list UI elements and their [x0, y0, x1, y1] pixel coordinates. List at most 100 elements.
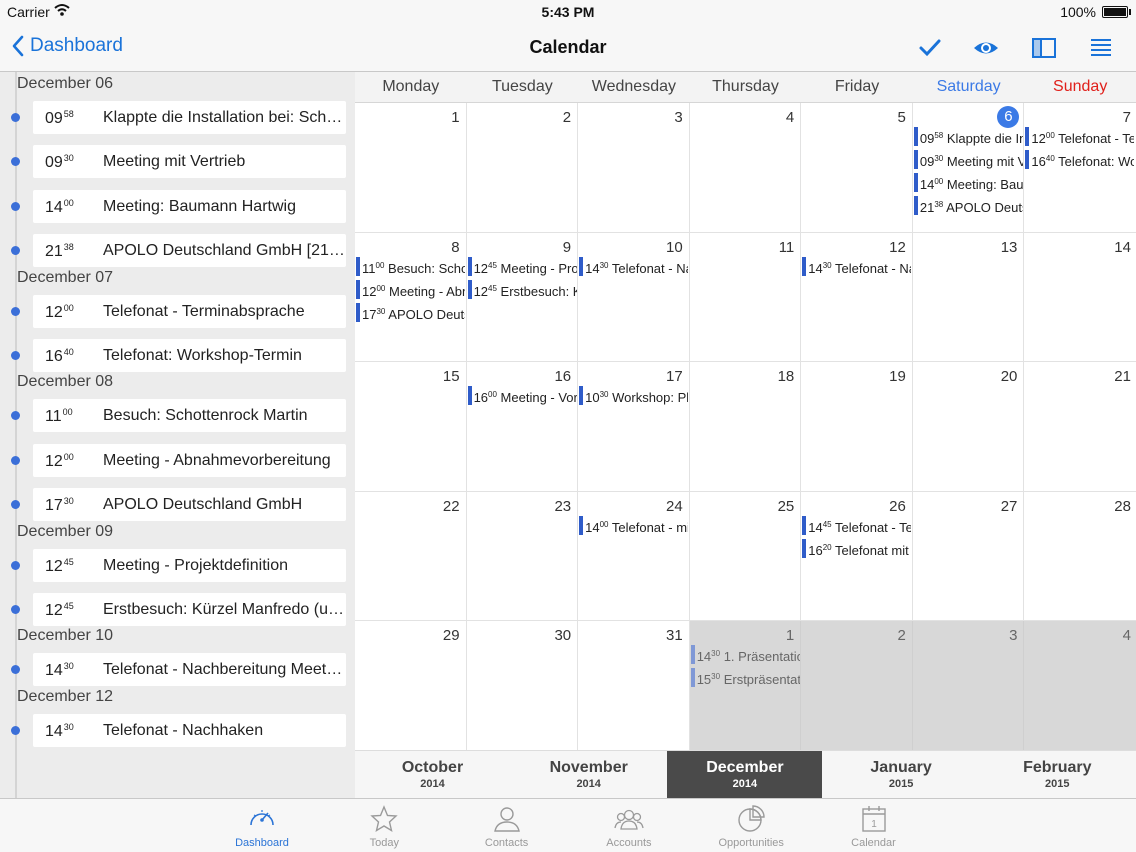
agenda-event[interactable]: 1245 Erstbesuch: Kürzel Manfredo (unbekan…: [33, 593, 346, 626]
agenda-event[interactable]: 1730 APOLO Deutschland GmbH: [33, 488, 346, 522]
tab-today[interactable]: Today: [334, 803, 434, 851]
day-cell[interactable]: 18: [689, 362, 802, 492]
day-cell[interactable]: 171030 Workshop: Planung: [578, 362, 690, 492]
day-cell[interactable]: 2: [466, 103, 579, 233]
day-cell[interactable]: 31: [578, 621, 690, 750]
tab-label: Accounts: [606, 837, 652, 849]
time-minutes: 30: [822, 260, 832, 270]
agenda-event[interactable]: 1245 Meeting - Projektdefinition: [33, 548, 346, 582]
day-cell[interactable]: 81100 Besuch: Schottenrock 1200 Meeting -…: [355, 232, 467, 363]
agenda-list[interactable]: December 06 0958 Klappte die Installation …: [0, 72, 355, 798]
day-cell[interactable]: 19: [801, 362, 913, 492]
tab-opportunities[interactable]: Opportunities: [701, 803, 801, 851]
day-cell[interactable]: 14: [1024, 233, 1136, 363]
calendar-event[interactable]: 1430 Telefonat - Nachbereitung: [579, 256, 688, 276]
day-cell[interactable]: 71200 Telefonat - Terminabsprache 1640 Te…: [1024, 103, 1136, 233]
pie-chart-icon: [738, 805, 765, 832]
calendar-event[interactable]: 1530 Erstpräsentation: [690, 667, 800, 688]
day-cell[interactable]: 261445 Telefonat - Termin 1620 Telefonat …: [801, 491, 913, 622]
calendar-event[interactable]: 1730 APOLO Deutschland: [356, 302, 465, 322]
day-cell[interactable]: 27: [912, 491, 1025, 622]
tab-label: Today: [369, 837, 399, 849]
day-cell[interactable]: 22: [355, 491, 467, 622]
agenda-event[interactable]: 1430 Telefonat - Nachhaken: [33, 713, 346, 747]
day-cell[interactable]: 15: [355, 362, 467, 492]
day-cell[interactable]: 20: [912, 362, 1025, 492]
calendar-event[interactable]: 1600 Meeting - Vorbereitung: [467, 385, 577, 406]
calendar-event[interactable]: 1640 Telefonat: Workshop: [1025, 149, 1134, 169]
day-cell[interactable]: 3: [578, 103, 690, 233]
day-number: 21: [1114, 368, 1131, 386]
calendar-event[interactable]: 0958 Klappte die Installation: [913, 126, 1023, 146]
split-view-icon[interactable]: [1031, 36, 1057, 60]
agenda-event[interactable]: 0930 Meeting mit Vertrieb: [33, 145, 346, 179]
month-february[interactable]: February 2015: [980, 751, 1135, 799]
day-cell[interactable]: 11430 1. Präsentation1530 Erstpräsentati…: [689, 621, 802, 750]
calendar-event[interactable]: 1200 Telefonat - Terminabsprache: [1025, 126, 1134, 146]
event-dot: [11, 500, 20, 510]
eye-icon[interactable]: [973, 36, 999, 60]
day-number: 4: [1122, 627, 1131, 645]
agenda-event[interactable]: 1100 Besuch: Schottenrock Martin: [33, 399, 346, 433]
day-cell[interactable]: 29: [355, 621, 467, 750]
day-cell[interactable]: 60958 Klappte die Installation 0930 Meeti…: [912, 103, 1025, 233]
month-december[interactable]: December 2014: [667, 751, 823, 799]
calendar-event[interactable]: 2138 APOLO Deutschland: [913, 195, 1023, 215]
day-cell[interactable]: 2: [801, 621, 913, 750]
day-cell[interactable]: 121430 Telefonat - Nachhaken: [801, 232, 913, 363]
agenda-event[interactable]: 1200 Telefonat - Terminabsprache: [33, 294, 346, 328]
day-cell[interactable]: 30: [466, 621, 579, 750]
event-time: 1200: [45, 302, 74, 321]
calendar-event[interactable]: 1030 Workshop: Planung: [579, 385, 688, 406]
time-minutes: 00: [488, 390, 497, 400]
day-cell[interactable]: 28: [1024, 492, 1136, 622]
day-cell[interactable]: 1: [355, 103, 467, 233]
agenda-event[interactable]: 1640 Telefonat: Workshop-Termin: [33, 339, 346, 372]
month-october[interactable]: October 2014: [355, 751, 510, 799]
calendar-event[interactable]: 0930 Meeting mit Vertrieb: [913, 149, 1023, 169]
event-time: 0958: [45, 109, 74, 127]
event-title: Telefonat: Workshop-Termin: [103, 347, 302, 364]
agenda-event[interactable]: 1200 Meeting - Abnahmevorbereitung: [33, 443, 346, 477]
tab-calendar[interactable]: 1 Calendar: [824, 803, 924, 851]
month-november[interactable]: November 2014: [511, 751, 666, 799]
day-number: 2: [562, 109, 572, 126]
tab-dashboard[interactable]: Dashboard: [212, 803, 312, 851]
day-cell[interactable]: 161600 Meeting - Vorbereitung: [466, 362, 579, 492]
calendar-event[interactable]: 1100 Besuch: Schottenrock: [356, 256, 465, 276]
day-cell[interactable]: 91245 Meeting - Projekt 1245 Erstbesuch: …: [466, 232, 579, 363]
check-icon[interactable]: [917, 36, 943, 60]
day-cell[interactable]: 23: [466, 491, 579, 622]
time-minutes: 30: [376, 306, 386, 316]
day-cell[interactable]: 11: [689, 232, 802, 363]
calendar-event[interactable]: 1245 Erstbesuch: Kürzel: [467, 279, 577, 299]
calendar-event[interactable]: 1245 Meeting - Projekt: [467, 256, 577, 276]
calendar-event[interactable]: 1430 1. Präsentation: [690, 644, 800, 665]
day-cell[interactable]: 241400 Telefonat - mit Kunde: [578, 491, 690, 622]
agenda-event[interactable]: 2138 APOLO Deutschland GmbH [21.12.2014]: [33, 234, 346, 268]
list-icon[interactable]: [1088, 36, 1114, 60]
tab-accounts[interactable]: Accounts: [579, 803, 679, 851]
day-cell[interactable]: 5: [801, 103, 913, 233]
month-january[interactable]: January 2015: [824, 751, 979, 799]
day-cell[interactable]: 4: [1024, 621, 1136, 750]
today-badge: 6: [997, 106, 1020, 128]
calendar-event[interactable]: 1620 Telefonat mit Kunde: [802, 538, 911, 558]
day-cell[interactable]: 101430 Telefonat - Nachbereitung: [578, 232, 690, 363]
time-minutes: 45: [63, 601, 74, 611]
calendar-event[interactable]: 1400 Meeting: Baumann: [913, 172, 1023, 192]
calendar-event[interactable]: 1400 Telefonat - mit Kunde: [579, 515, 688, 535]
day-cell[interactable]: 4: [689, 103, 802, 233]
tab-contacts[interactable]: Contacts: [457, 803, 557, 851]
day-cell[interactable]: 13: [912, 232, 1025, 363]
agenda-event[interactable]: 1430 Telefonat - Nachbereitung Meeting: [33, 653, 346, 687]
day-cell[interactable]: 21: [1024, 362, 1136, 492]
calendar-event[interactable]: 1200 Meeting - Abnahme: [356, 279, 465, 299]
time-minutes: 30: [934, 154, 944, 163]
agenda-event[interactable]: 0958 Klappte die Installation bei: Schott…: [33, 101, 346, 134]
day-cell[interactable]: 25: [689, 491, 802, 622]
calendar-event[interactable]: 1445 Telefonat - Termin: [802, 515, 911, 535]
calendar-event[interactable]: 1430 Telefonat - Nachhaken: [802, 256, 911, 276]
day-cell[interactable]: 3: [912, 621, 1025, 750]
agenda-event[interactable]: 1400 Meeting: Baumann Hartwig: [33, 189, 346, 223]
